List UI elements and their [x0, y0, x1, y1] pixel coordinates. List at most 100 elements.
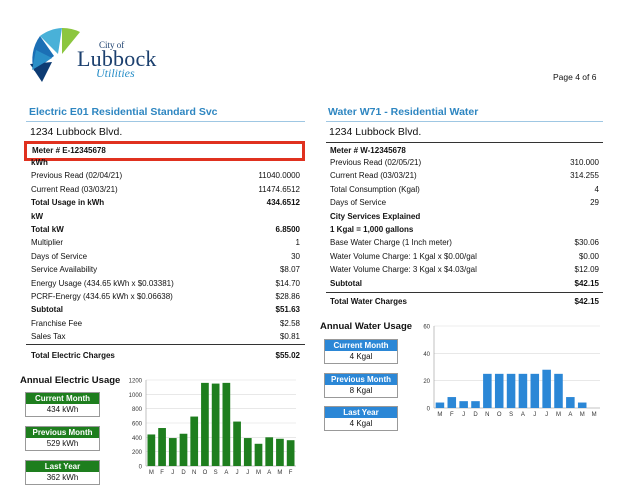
- charge-label: Base Water Charge (1 Inch meter): [330, 238, 452, 248]
- x-tick-label: S: [214, 470, 218, 476]
- charge-label: Subtotal: [330, 278, 362, 288]
- x-tick-label: F: [450, 412, 454, 418]
- y-tick-label: 600: [132, 422, 143, 428]
- x-tick-label: J: [171, 470, 174, 476]
- electric-title-rule: [26, 121, 305, 122]
- y-tick-label: 60: [423, 325, 430, 331]
- electric-last-year-label: Last Year: [26, 461, 99, 472]
- y-tick-label: 400: [132, 436, 143, 442]
- water-title-rule: [326, 121, 603, 122]
- y-tick-label: 40: [423, 352, 430, 358]
- charge-value: $14.70: [275, 278, 300, 288]
- bar: [506, 373, 516, 408]
- charge-value: 434.6512: [266, 198, 300, 208]
- electric-previous-month-label: Previous Month: [26, 427, 99, 438]
- charge-label: 1 Kgal = 1,000 gallons: [330, 225, 414, 234]
- bar: [447, 397, 457, 408]
- charge-label: Total kW: [31, 225, 64, 234]
- y-tick-label: 20: [423, 379, 430, 385]
- charge-label: Previous Read (02/05/21): [330, 158, 422, 167]
- charge-label: Subtotal: [31, 305, 63, 315]
- charge-label: Water Volume Charge: 3 Kgal x $4.03/gal: [330, 265, 477, 275]
- charge-label: City Services Explained: [330, 211, 421, 221]
- charge-value: $30.06: [574, 238, 599, 248]
- electric-current-month-box: Current Month 434 kWh: [25, 392, 100, 417]
- charge-row: Multiplier 1: [31, 236, 300, 249]
- electric-usage-title: Annual Electric Usage: [20, 375, 121, 386]
- charge-row: 1 Kgal = 1,000 gallons: [330, 223, 599, 236]
- x-tick-label: A: [267, 470, 271, 476]
- bar: [530, 373, 540, 408]
- charge-row: PCRF-Energy (434.65 kWh x $0.06638) $28.8…: [31, 290, 300, 303]
- charge-row: Subtotal $42.15: [330, 277, 599, 290]
- x-tick-label: N: [192, 470, 196, 476]
- charge-row: Water Volume Charge: 3 Kgal x $4.03/gal $…: [330, 263, 599, 276]
- water-previous-month-value: 8 Kgal: [349, 386, 373, 395]
- electric-section-title: Electric E01 Residential Standard Svc: [29, 106, 218, 118]
- bar: [518, 373, 528, 408]
- water-address: 1234 Lubbock Blvd.: [329, 126, 422, 138]
- water-meter-number: Meter # W-12345678: [330, 146, 406, 155]
- bar: [147, 434, 156, 466]
- charge-label: Days of Service: [330, 198, 387, 208]
- logo-utilities-text: Utilities: [96, 66, 135, 80]
- water-previous-month-label: Previous Month: [325, 374, 397, 385]
- bar: [190, 416, 199, 466]
- charge-value: 6.8500: [275, 225, 300, 234]
- charge-label: kW: [31, 211, 43, 221]
- x-tick-label: A: [521, 412, 525, 418]
- charge-label: Multiplier: [31, 238, 64, 248]
- bar: [233, 421, 241, 466]
- charge-value: 314.255: [570, 171, 599, 181]
- charge-label: Energy Usage (434.65 kWh x $0.03381): [31, 278, 174, 288]
- charge-row: Subtotal $51.63: [31, 303, 300, 316]
- charge-value: 310.000: [570, 158, 599, 167]
- water-last-year-value: 4 Kgal: [349, 419, 373, 428]
- x-tick-label: M: [149, 470, 154, 476]
- x-tick-label: O: [497, 412, 502, 418]
- electric-total-row: Total Electric Charges $55.02: [31, 349, 300, 362]
- y-tick-label: 1000: [129, 393, 143, 399]
- charge-label: Current Read (03/03/21): [330, 171, 417, 181]
- bar: [158, 428, 166, 466]
- charge-row: Days of Service 29: [330, 196, 599, 209]
- charge-row: Total kW 6.8500: [31, 223, 300, 236]
- charge-row: Current Read (03/03/21) 11474.6512: [31, 183, 300, 196]
- electric-total-label: Total Electric Charges: [31, 351, 115, 360]
- electric-usage-chart: 020040060080010001200M F J D N O S A J J M A M F: [129, 379, 296, 476]
- x-tick-label: M: [437, 412, 442, 418]
- charge-value: $12.09: [574, 265, 599, 275]
- charge-row: Franchise Fee $2.58: [31, 317, 300, 330]
- bar: [494, 373, 504, 408]
- electric-total-value: $55.02: [275, 351, 300, 360]
- water-usage-title: Annual Water Usage: [320, 321, 413, 332]
- water-previous-month-box: Previous Month 8 Kgal: [324, 373, 398, 398]
- charge-label: Previous Read (02/04/21): [31, 171, 123, 181]
- electric-meter-number: Meter # E-12345678: [32, 146, 106, 155]
- electric-address: 1234 Lubbock Blvd.: [30, 126, 123, 138]
- charge-row: Days of Service 30: [31, 250, 300, 263]
- charge-value: 11040.0000: [258, 171, 300, 181]
- bar: [168, 438, 177, 466]
- electric-current-month-value: 434 kWh: [46, 405, 79, 414]
- charge-label: Total Usage in kWh: [31, 198, 105, 208]
- x-tick-label: J: [462, 412, 465, 418]
- bar: [243, 438, 252, 466]
- charge-label: kWh: [31, 158, 48, 167]
- water-current-month-value: 4 Kgal: [349, 352, 373, 361]
- x-tick-label: M: [277, 470, 282, 476]
- charge-row: kW: [31, 210, 300, 223]
- water-divider: [326, 142, 603, 143]
- x-tick-label: M: [556, 412, 561, 418]
- bar: [179, 433, 188, 466]
- charge-row: Total Consumption (Kgal) 4: [330, 183, 599, 196]
- charge-value: 30: [291, 251, 300, 261]
- bar: [471, 401, 480, 408]
- water-current-month-label: Current Month: [325, 340, 397, 351]
- charge-label: Water Volume Charge: 1 Kgal x $0.00/gal: [330, 251, 477, 261]
- x-tick-label: N: [485, 412, 489, 418]
- charge-value: $51.63: [275, 305, 300, 315]
- water-usage-chart: 0 20 40 60 M F J D N O S A J J M A M M: [423, 325, 600, 418]
- water-last-year-box: Last Year 4 Kgal: [324, 406, 398, 431]
- electric-total-rule: [26, 344, 305, 345]
